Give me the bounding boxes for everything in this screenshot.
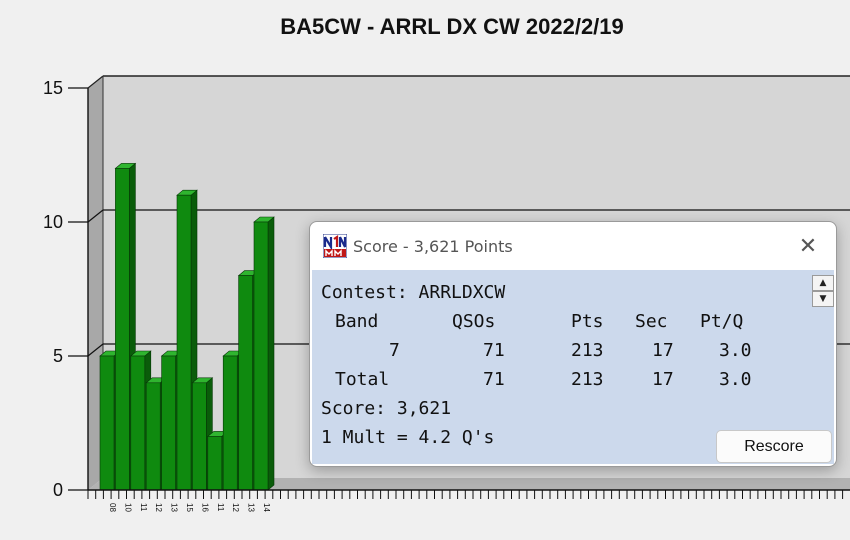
x-tick-label: 12 [154, 503, 163, 512]
bar [253, 216, 275, 491]
score-window: Score - 3,621 Points ✕ Contest: ARRLDXCW… [309, 221, 837, 467]
x-tick-label: 08 [108, 503, 117, 512]
x-tick-label: 16 [200, 503, 209, 512]
x-axis: 08 10 11 12 13 15 16 11 12 13 14 [87, 489, 850, 512]
row-qsos: 71 [483, 340, 505, 361]
bar-front [207, 436, 223, 491]
header-ptq: Pt/Q [700, 311, 744, 332]
bar-front [253, 221, 269, 491]
mult-line: 1 Mult = 4.2 Q's [321, 427, 495, 448]
x-tick-label: 15 [185, 503, 194, 512]
header-pts: Pts [571, 311, 604, 332]
bar-front [115, 168, 130, 491]
bar-front [145, 382, 161, 491]
row-sec: 17 [652, 340, 674, 361]
total-qsos: 71 [483, 369, 505, 390]
bar-front [176, 194, 192, 491]
y-tick-label: 0 [53, 480, 63, 500]
header-band: Band [335, 311, 379, 332]
x-tick-label: 13 [170, 503, 179, 512]
scroll-down-button[interactable]: ▼ [812, 291, 834, 307]
bar-front [161, 355, 176, 491]
x-tick-label: 10 [123, 503, 132, 512]
row-pts: 213 [571, 340, 604, 361]
scroll-up-button[interactable]: ▲ [812, 275, 834, 291]
x-tick-label: 14 [262, 503, 271, 512]
close-button[interactable]: ✕ [794, 232, 822, 260]
chart-title: BA5CW - ARRL DX CW 2022/2/19 [280, 14, 624, 39]
bar-side [267, 216, 275, 491]
bar-front [130, 355, 146, 491]
total-sec: 17 [652, 369, 674, 390]
window-title: Score - 3,621 Points [353, 237, 513, 256]
total-ptq: 3.0 [719, 369, 752, 390]
header-sec: Sec [635, 311, 668, 332]
x-tick-label: 12 [231, 503, 240, 512]
header-qsos: QSOs [452, 311, 496, 332]
row-ptq: 3.0 [719, 340, 752, 361]
contest-line: Contest: ARRLDXCW [321, 282, 506, 303]
bar-front [99, 355, 115, 491]
rescore-button[interactable]: Rescore [716, 430, 832, 463]
y-tick-label: 10 [43, 212, 63, 232]
x-tick-label: 11 [216, 503, 225, 512]
y-tick-label: 5 [53, 346, 63, 366]
total-pts: 213 [571, 369, 604, 390]
y-axis: 0 5 10 15 [43, 78, 89, 500]
total-label: Total [335, 369, 390, 390]
y-tick-label: 15 [43, 78, 63, 98]
bar-front [222, 355, 238, 491]
score-line: Score: 3,621 [321, 398, 452, 419]
score-window-titlebar[interactable]: Score - 3,621 Points ✕ [310, 222, 836, 270]
n1mm-logo-icon [323, 234, 347, 258]
bar-front [238, 275, 253, 491]
bar-front [192, 382, 207, 491]
x-tick-label: 13 [247, 503, 256, 512]
x-tick-label: 11 [139, 503, 148, 512]
row-band: 7 [389, 340, 400, 361]
